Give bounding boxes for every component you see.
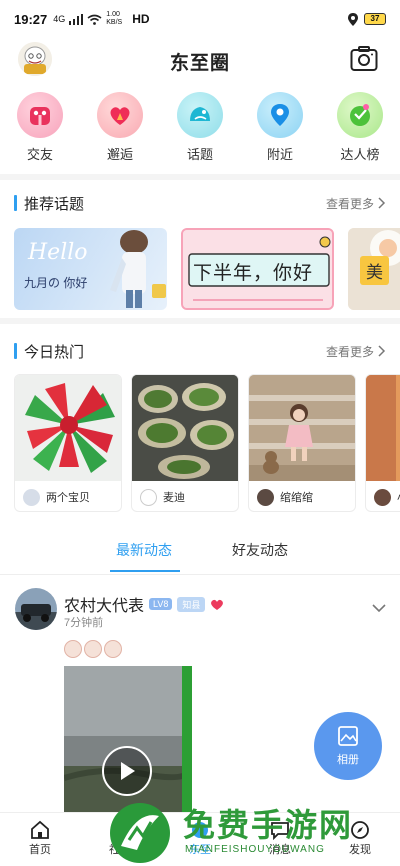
album-label: 相册 [337,754,359,766]
hot-card[interactable]: 小 [365,374,400,512]
watermark-logo-icon [110,803,170,863]
divider [0,574,400,575]
see-more-label: 查看更多 [325,344,374,359]
topic-card[interactable]: 下半年，你好 [181,228,334,310]
section-hot-header: 今日热门 查看更多 [0,340,400,362]
post-author[interactable]: 农村大代表 [64,592,144,616]
chevron-right-icon [378,197,386,209]
topic-card-title: 美 [360,256,389,285]
quick-item-encounter[interactable]: 邂逅 [80,92,160,168]
section-title: 今日热门 [24,343,85,361]
album-icon [338,726,358,746]
quick-entry-row: 交友 邂逅 话题 附近 达人榜 [0,92,400,168]
title-badge: 知县 [177,596,206,612]
avatar [23,488,40,506]
avatar [374,488,391,506]
ranking-icon [337,92,383,138]
album-fab-button[interactable]: 相册 [314,712,382,780]
post-video[interactable] [64,666,192,814]
section-accent-bar [14,343,17,359]
emoji-row [64,640,122,658]
location-pin-icon [257,92,303,138]
camera-button[interactable] [350,46,378,72]
app-title: 东至圈 [169,52,230,74]
topic-carousel: Hello 九月の 你好 下半年，你好 美 [14,228,400,310]
home-icon [31,820,49,839]
active-tab-indicator [110,570,180,572]
battery-icon: 37 [364,13,386,25]
quick-label: 附近 [266,147,293,162]
friends-icon [17,92,63,138]
topic-card[interactable]: 美 [348,228,400,310]
hot-image-oysters [132,375,238,481]
divider [0,174,400,180]
section-title: 推荐话题 [24,195,85,213]
signal-icon [69,13,84,25]
location-status-icon [348,12,358,26]
topic-card-title: 下半年，你好 [193,263,314,284]
post-time: 7分钟前 [64,617,104,629]
quick-label: 交友 [26,147,53,162]
status-bar: 19:27 4G 1.00 KB/S HD 37 [0,0,400,38]
post-avatar[interactable] [15,588,57,630]
feed-tabs: 最新动态 好友动态 [0,530,400,572]
section-accent-bar [14,195,17,211]
post-menu-button[interactable] [372,600,386,618]
hot-card[interactable]: 麦迪 [131,374,239,512]
topic-card-subtitle: 九月の 你好 [24,276,88,290]
quick-item-friends[interactable]: 交友 [0,92,80,168]
emoji-icon [84,640,102,658]
hot-image-child [249,375,355,481]
quick-label: 达人榜 [340,147,380,162]
hot-image-gift-bow [15,375,121,481]
quick-label: 话题 [186,147,213,162]
hot-card-user: 麦迪 [163,492,185,504]
section-topics-header: 推荐话题 查看更多 [0,192,400,214]
heart-icon [97,92,143,138]
nav-label: 首页 [29,844,51,856]
hot-card-user: 两个宝贝 [46,492,90,504]
net-speed: 1.00 KB/S [106,11,123,26]
camera-icon [350,46,378,71]
quick-item-topic[interactable]: 话题 [160,92,240,168]
divider [0,318,400,324]
hot-card-user: 绾绾绾 [280,492,313,504]
avatar [140,488,157,506]
status-time: 19:27 [14,11,48,27]
quick-item-nearby[interactable]: 附近 [240,92,320,168]
tab-latest[interactable]: 最新动态 [116,540,172,560]
see-more-hot[interactable]: 查看更多 [326,343,386,360]
wifi-icon [87,14,102,25]
hot-card[interactable]: 两个宝贝 [14,374,122,512]
nav-home[interactable]: 首页 [0,813,80,866]
hd-label: HD [132,12,150,26]
topic-icon [177,92,223,138]
quick-item-ranking[interactable]: 达人榜 [320,92,400,168]
level-badge: LV8 [149,598,173,610]
heart-badge-icon [211,599,224,610]
play-button[interactable] [102,746,152,796]
hot-carousel: 两个宝贝 麦迪 绾绾绾 [14,374,400,512]
site-watermark: 免费手游网 MIANFEISHOUYOUWANG [105,800,395,866]
chevron-down-icon [372,604,386,613]
app-header: 东至圈 [0,38,400,84]
topic-card[interactable]: Hello 九月の 你好 [14,228,167,310]
emoji-icon [104,640,122,658]
see-more-topics[interactable]: 查看更多 [326,195,386,212]
watermark-subtext: MIANFEISHOUYOUWANG [185,844,325,855]
tab-friends[interactable]: 好友动态 [232,540,288,560]
hot-card[interactable]: 绾绾绾 [248,374,356,512]
network-label: 4G [53,14,66,24]
avatar [257,488,274,506]
topic-card-title: Hello [28,240,88,265]
chevron-right-icon [378,345,386,357]
watermark-text: 免费手游网 [183,806,354,844]
hot-image-partial [366,375,400,481]
quick-label: 邂逅 [106,147,133,162]
play-icon [121,762,135,780]
emoji-icon [64,640,82,658]
see-more-label: 查看更多 [325,196,374,211]
